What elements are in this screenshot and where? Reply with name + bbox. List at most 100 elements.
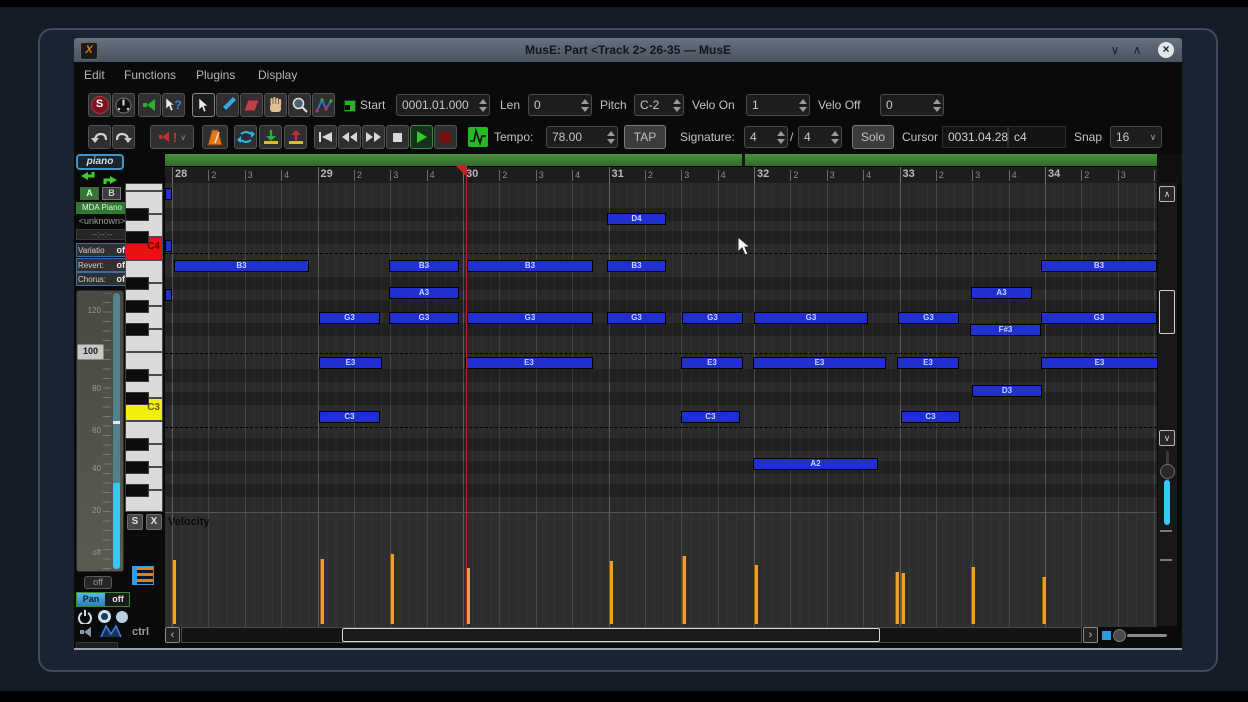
tap-button[interactable]: TAP: [624, 125, 666, 149]
volume-off-button[interactable]: off: [84, 576, 112, 589]
panic-button[interactable]: ! ∨: [150, 125, 194, 149]
midi-note-G3[interactable]: G3: [754, 312, 868, 324]
velocity-bar[interactable]: [754, 565, 758, 624]
midi-thru-button[interactable]: [112, 93, 135, 117]
monitor-speaker-button[interactable]: [80, 626, 94, 638]
midi-note-A3[interactable]: A3: [389, 287, 459, 299]
rewind-button[interactable]: [338, 125, 361, 149]
midi-note-E3[interactable]: E3: [1041, 357, 1157, 369]
whats-this-button[interactable]: ?: [162, 93, 185, 117]
piano-key-D#4[interactable]: [125, 208, 149, 221]
menu-plugins[interactable]: Plugins: [192, 62, 239, 88]
midi-note-D4[interactable]: D4: [607, 213, 666, 225]
velocity-bar[interactable]: [320, 559, 324, 624]
tempo-spinbox[interactable]: 78.00: [546, 126, 618, 148]
play-button[interactable]: [410, 125, 433, 149]
window-maximize-button[interactable]: ∧: [1126, 38, 1148, 62]
piano-key-C#3[interactable]: [125, 392, 149, 405]
midi-note-A2[interactable]: A2: [753, 458, 878, 470]
timeline-ruler[interactable]: 28234292343023431234322343323434234: [165, 154, 1157, 183]
punch-in-button[interactable]: [259, 125, 282, 149]
midi-note-B3[interactable]: B3: [174, 260, 309, 272]
record-button[interactable]: [434, 125, 457, 149]
midi-note-B3[interactable]: B3: [389, 260, 459, 272]
midi-note-E3[interactable]: E3: [319, 357, 382, 369]
spinner-arrows[interactable]: [828, 127, 841, 147]
vertical-scroll-thumb[interactable]: [1159, 290, 1175, 334]
menu-edit[interactable]: Edit: [80, 62, 109, 88]
piano-key-F4[interactable]: [125, 183, 163, 191]
hzoom-slider-knob[interactable]: [1113, 629, 1126, 642]
midi-note-B3[interactable]: B3: [607, 260, 666, 272]
mute-dot-icon[interactable]: [116, 611, 128, 623]
draw-function-tool-button[interactable]: [312, 93, 335, 117]
fast-forward-button[interactable]: [362, 125, 385, 149]
bar-numbers-row[interactable]: 28234292343023431234322343323434234: [165, 166, 1157, 183]
midi-note-A3[interactable]: A3: [971, 287, 1032, 299]
midi-note-partial[interactable]: [165, 240, 172, 252]
spinner-arrows[interactable]: [774, 127, 787, 147]
midi-note-E3[interactable]: E3: [681, 357, 743, 369]
controller-select-icon[interactable]: [132, 566, 154, 585]
signature-numerator-spinbox[interactable]: 4: [744, 126, 788, 148]
midi-note-F#3[interactable]: F#3: [970, 324, 1041, 336]
loop-button[interactable]: [234, 125, 257, 149]
piano-key-G#2[interactable]: [125, 461, 149, 474]
midi-note-B3[interactable]: B3: [1041, 260, 1157, 272]
chorus-control[interactable]: Chorus: off: [76, 272, 130, 286]
hscroll-left-button[interactable]: ‹: [165, 627, 180, 643]
volume-slider-handle[interactable]: 100: [77, 344, 104, 360]
hzoom-slider-track[interactable]: [1127, 634, 1167, 637]
piano-keyboard[interactable]: C4 C3: [125, 183, 163, 512]
pencil-tool-button[interactable]: [216, 93, 239, 117]
snap-dropdown[interactable]: 16 ∨: [1110, 126, 1162, 148]
midi-note-G3[interactable]: G3: [607, 312, 666, 324]
midi-note-C3[interactable]: C3: [319, 411, 380, 423]
velocity-bar[interactable]: [971, 567, 975, 624]
velocity-lane[interactable]: Velocity: [165, 512, 1157, 627]
window-shade-button[interactable]: ∨: [1104, 38, 1126, 62]
ctrl-s-button[interactable]: S: [127, 514, 143, 530]
bank-a-button[interactable]: A: [80, 187, 99, 200]
solo-button[interactable]: Solo: [852, 125, 894, 149]
velo-on-spinbox[interactable]: 1: [746, 94, 810, 116]
loop-range-bar[interactable]: [165, 154, 1157, 166]
prev-part-button[interactable]: [80, 171, 98, 186]
stop-button[interactable]: [386, 125, 409, 149]
midi-note-E3[interactable]: E3: [465, 357, 593, 369]
piano-key-A#3[interactable]: [125, 277, 149, 290]
piano-key-A#2[interactable]: [125, 438, 149, 451]
volume-meter[interactable]: 12010080604020off 100: [76, 290, 124, 572]
ctrl-label[interactable]: ctrl: [132, 624, 162, 640]
hscroll-thumb[interactable]: [342, 628, 880, 642]
velocity-bar[interactable]: [390, 554, 394, 624]
start-spinbox[interactable]: 0001.01.000: [396, 94, 490, 116]
bank-b-button[interactable]: B: [102, 187, 121, 200]
piano-key-F#2[interactable]: [125, 484, 149, 497]
spinner-arrows[interactable]: [578, 95, 591, 115]
scroll-down-button[interactable]: ∨: [1159, 430, 1175, 446]
hscroll-right-button[interactable]: ›: [1083, 627, 1098, 643]
punch-out-button[interactable]: [284, 125, 307, 149]
midi-note-C3[interactable]: C3: [681, 411, 740, 423]
spinner-arrows[interactable]: [930, 95, 943, 115]
patch-name[interactable]: MDA Piano: [76, 202, 128, 214]
reverb-control[interactable]: Revert: off: [76, 258, 130, 272]
pan-control[interactable]: Pan off: [76, 592, 130, 607]
midi-note-partial[interactable]: [165, 188, 172, 200]
piano-key-D#3[interactable]: [125, 369, 149, 382]
spinner-arrows[interactable]: [796, 95, 809, 115]
metronome-button[interactable]: [202, 125, 228, 149]
variation-control[interactable]: Variatio off: [76, 243, 130, 257]
midi-note-G3[interactable]: G3: [682, 312, 743, 324]
vzoom-slider-knob[interactable]: [1160, 464, 1175, 479]
midi-note-B3[interactable]: B3: [467, 260, 593, 272]
velocity-bar[interactable]: [172, 560, 176, 624]
len-spinbox[interactable]: 0: [528, 94, 592, 116]
midi-note-G3[interactable]: G3: [319, 312, 380, 324]
pitch-spinbox[interactable]: C-2: [634, 94, 684, 116]
midi-note-E3[interactable]: E3: [753, 357, 886, 369]
titlebar[interactable]: X MusE: Part <Track 2> 26-35 — MusE ∨ ∧ …: [74, 38, 1182, 62]
eraser-tool-button[interactable]: [240, 93, 263, 117]
volume-slider-track[interactable]: [113, 293, 120, 569]
